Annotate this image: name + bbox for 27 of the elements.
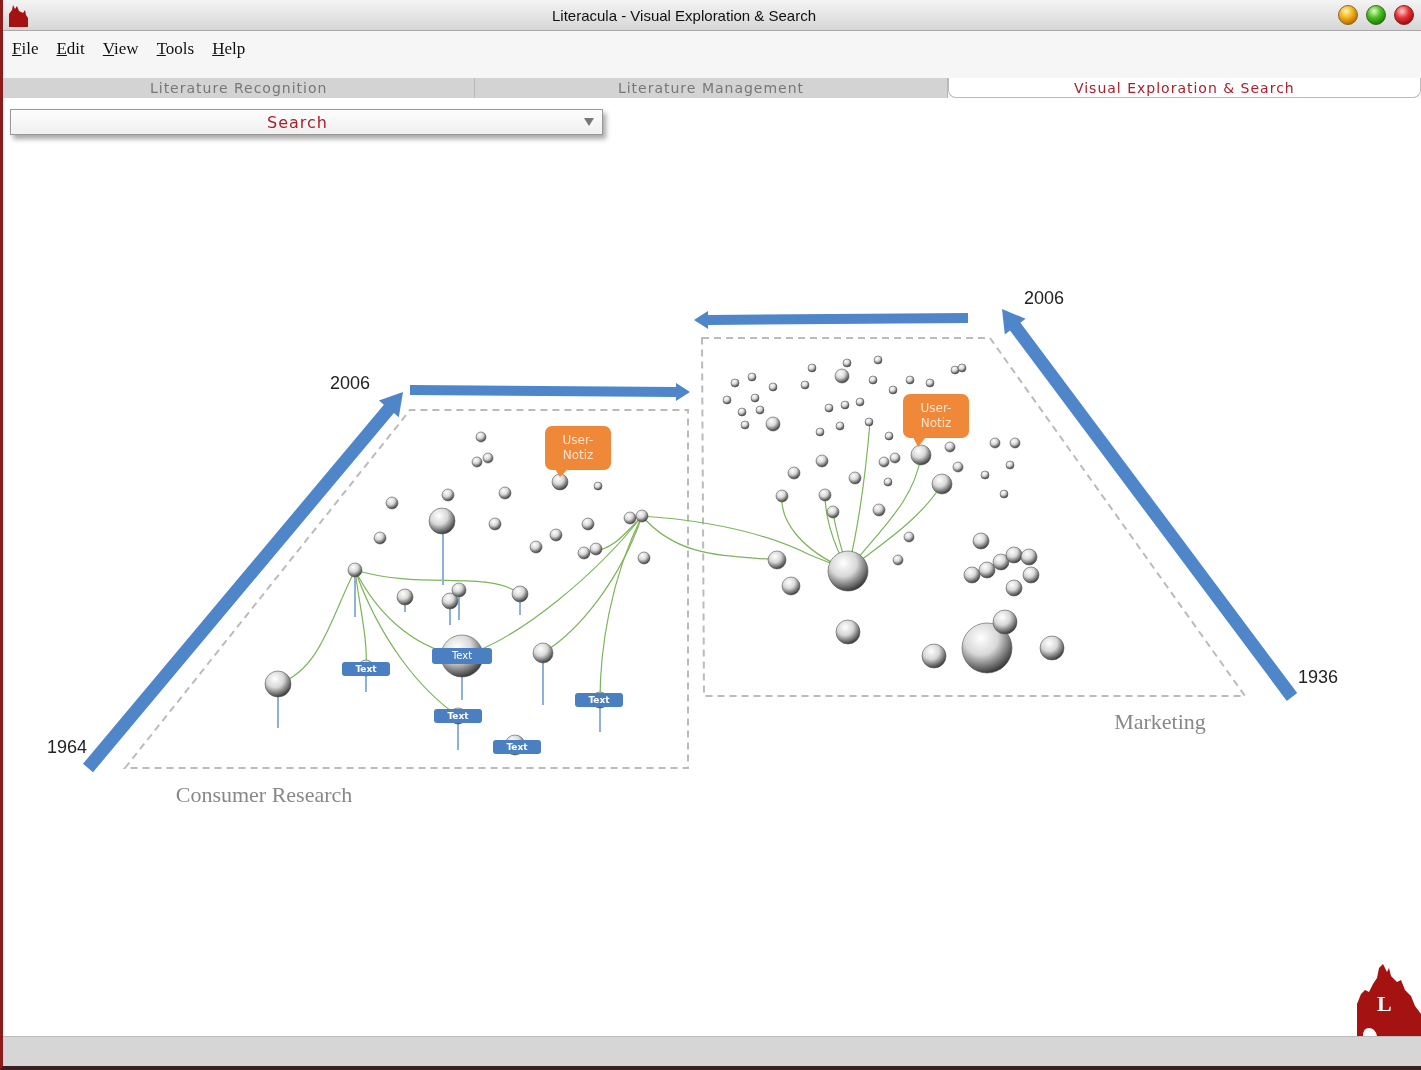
text-tag: Text — [342, 662, 390, 676]
menu-item[interactable]: Edit — [55, 39, 86, 59]
note-callout: User-Notiz — [903, 394, 969, 438]
window-title: Literacula - Visual Exploration & Search — [551, 6, 817, 24]
tab[interactable]: Visual Exploration & Search — [947, 78, 1421, 98]
minimize-button[interactable] — [1337, 4, 1359, 26]
caret-icon — [584, 118, 594, 126]
search-dropdown[interactable]: Search — [10, 109, 603, 135]
year-label: 2006 — [1024, 287, 1064, 309]
note-callout: User-Notiz — [545, 426, 611, 470]
menu-item[interactable]: Help — [211, 39, 247, 59]
text-tag: Text — [432, 648, 492, 664]
castle-icon — [1355, 962, 1421, 1036]
year-label: 2006 — [330, 372, 370, 394]
cluster-label: Consumer Research — [175, 782, 353, 808]
menu-item[interactable]: Tools — [155, 39, 196, 59]
text-tag: Text — [575, 693, 623, 707]
text-tag: Text — [434, 709, 482, 723]
text-tag: Text — [493, 740, 541, 754]
menu-item[interactable]: File — [11, 39, 40, 59]
year-label: 1964 — [47, 736, 87, 758]
maximize-button[interactable] — [1365, 4, 1387, 26]
year-label: 1936 — [1298, 666, 1338, 688]
menu-item[interactable]: View — [101, 39, 140, 59]
close-button[interactable] — [1393, 4, 1415, 26]
logo-letter: L — [1377, 992, 1392, 1016]
cluster-label: Marketing — [1114, 709, 1206, 735]
